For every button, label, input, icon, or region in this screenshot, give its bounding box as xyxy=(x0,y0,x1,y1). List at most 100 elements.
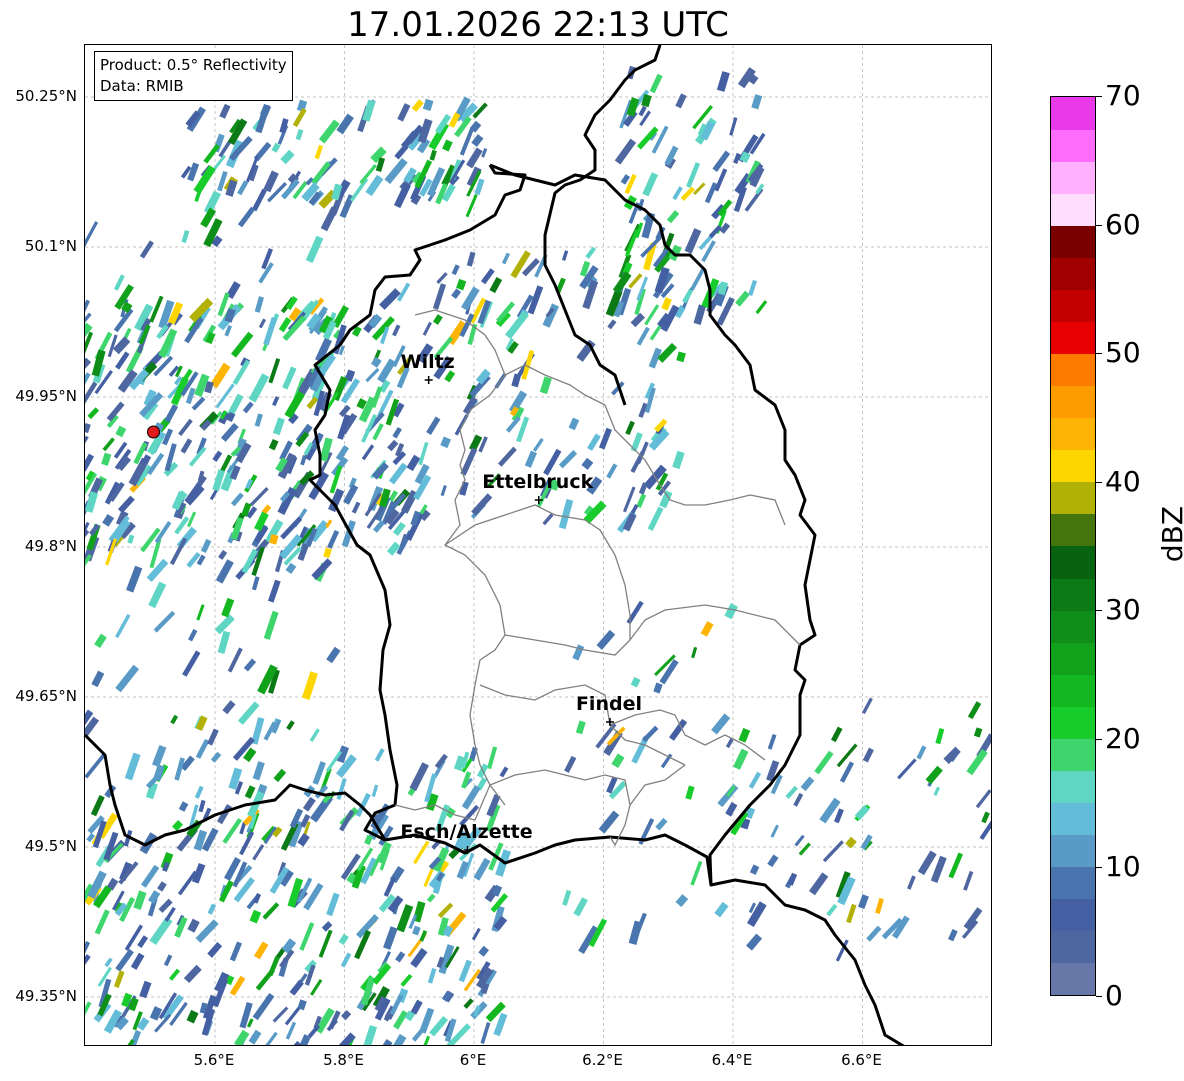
echo-cell xyxy=(412,925,421,936)
echo-cell xyxy=(388,462,408,485)
colorbar-segment xyxy=(1051,578,1095,611)
echo-cell xyxy=(267,579,281,603)
echo-cell xyxy=(267,956,280,977)
echo-cell xyxy=(568,417,580,431)
radar-map[interactable] xyxy=(84,44,992,1046)
echo-cell xyxy=(426,416,441,435)
city-label: Esch/Alzette xyxy=(400,821,533,843)
echo-cell xyxy=(230,516,244,541)
echo-cell xyxy=(397,103,411,122)
lon-tick-label: 5.6°E xyxy=(193,1051,235,1069)
echo-cell xyxy=(372,520,385,533)
map-title: 17.01.2026 22:13 UTC xyxy=(347,5,729,45)
echo-cell xyxy=(174,916,188,938)
lon-tick-label: 6.6°E xyxy=(841,1051,882,1069)
colorbar-segment xyxy=(1051,834,1095,868)
echo-cell xyxy=(714,168,728,192)
echo-cell xyxy=(675,93,687,109)
echo-cell xyxy=(272,396,280,407)
echo-cell xyxy=(413,840,430,865)
echo-cell xyxy=(607,319,617,330)
echo-cell xyxy=(148,581,167,609)
echo-cell xyxy=(465,193,478,218)
radar-map-canvas xyxy=(85,45,991,1045)
echo-cell xyxy=(686,162,701,188)
echo-cell xyxy=(91,349,106,377)
colorbar-segment xyxy=(1051,193,1095,226)
colorbar-segment xyxy=(1051,674,1095,707)
echo-cell xyxy=(712,150,731,172)
echo-cell xyxy=(271,142,281,153)
radar-site-layer xyxy=(146,376,614,854)
echo-cell xyxy=(511,373,522,388)
echo-cell xyxy=(85,941,91,956)
echo-cell xyxy=(94,909,110,935)
colorbar-segment xyxy=(1051,738,1095,771)
echo-cell xyxy=(336,778,347,800)
echo-cell xyxy=(268,438,279,451)
echo-cell xyxy=(242,401,254,414)
echo-cell xyxy=(467,323,478,346)
echo-cell xyxy=(480,1022,491,1044)
echo-cell xyxy=(630,503,639,515)
echo-cell xyxy=(933,786,941,796)
echo-cell xyxy=(102,437,115,452)
echo-cell xyxy=(170,714,179,725)
product-label: Product: 0.5° Reflectivity xyxy=(100,56,287,74)
colorbar-segment xyxy=(1051,129,1095,162)
echo-cell xyxy=(90,794,105,817)
echo-cell xyxy=(371,784,379,798)
echo-cell xyxy=(630,450,645,473)
echo-cell xyxy=(598,810,620,834)
echo-cell xyxy=(340,952,352,968)
echo-cell xyxy=(219,103,231,119)
echo-cell xyxy=(748,279,758,296)
echo-cell xyxy=(704,182,718,204)
reflectivity-echoes xyxy=(85,65,991,1045)
colorbar-tick-label: 60 xyxy=(1105,207,1141,241)
echo-cell xyxy=(471,927,481,941)
echo-cell xyxy=(94,633,107,649)
echo-cell xyxy=(299,922,315,951)
echo-cell xyxy=(460,447,478,476)
echo-cell xyxy=(243,658,257,672)
echo-cell xyxy=(943,746,961,765)
echo-cell xyxy=(218,880,234,903)
echo-cell xyxy=(767,733,777,750)
echo-cell xyxy=(115,664,140,693)
product-info-box: Product: 0.5° Reflectivity Data: RMIB xyxy=(94,51,293,101)
echo-cell xyxy=(749,864,760,875)
echo-cell xyxy=(222,818,243,844)
echo-cell xyxy=(314,144,324,160)
echo-cell xyxy=(85,753,106,779)
echo-cell xyxy=(785,785,798,799)
colorbar-tick-label: 30 xyxy=(1105,593,1141,627)
echo-cell xyxy=(195,738,210,759)
echo-cell xyxy=(248,373,270,403)
echo-cell xyxy=(638,105,647,117)
echo-cell xyxy=(963,870,974,891)
lon-tick-label: 5.8°E xyxy=(323,1051,364,1069)
colorbar-segment xyxy=(1051,257,1095,290)
echo-cell xyxy=(751,94,763,110)
echo-cell xyxy=(210,751,222,763)
echo-cell xyxy=(85,1001,92,1029)
colorbar-segment xyxy=(1051,610,1095,643)
echo-cell xyxy=(422,98,434,112)
echo-cell xyxy=(311,161,331,185)
echo-cell xyxy=(349,177,369,202)
echo-cell xyxy=(426,893,436,903)
echo-cell xyxy=(427,967,437,984)
echo-cell xyxy=(127,534,135,544)
echo-cell xyxy=(207,728,219,746)
echo-cell xyxy=(410,999,423,1015)
echo-cell xyxy=(151,744,167,768)
echo-cell xyxy=(338,933,349,946)
colorbar-tick-label: 50 xyxy=(1105,336,1141,370)
echo-cell xyxy=(630,676,641,688)
echo-cell xyxy=(321,921,333,932)
echo-cell xyxy=(279,118,289,134)
echo-cell xyxy=(767,854,779,868)
echo-cell xyxy=(85,299,90,315)
echo-cell xyxy=(711,713,731,735)
